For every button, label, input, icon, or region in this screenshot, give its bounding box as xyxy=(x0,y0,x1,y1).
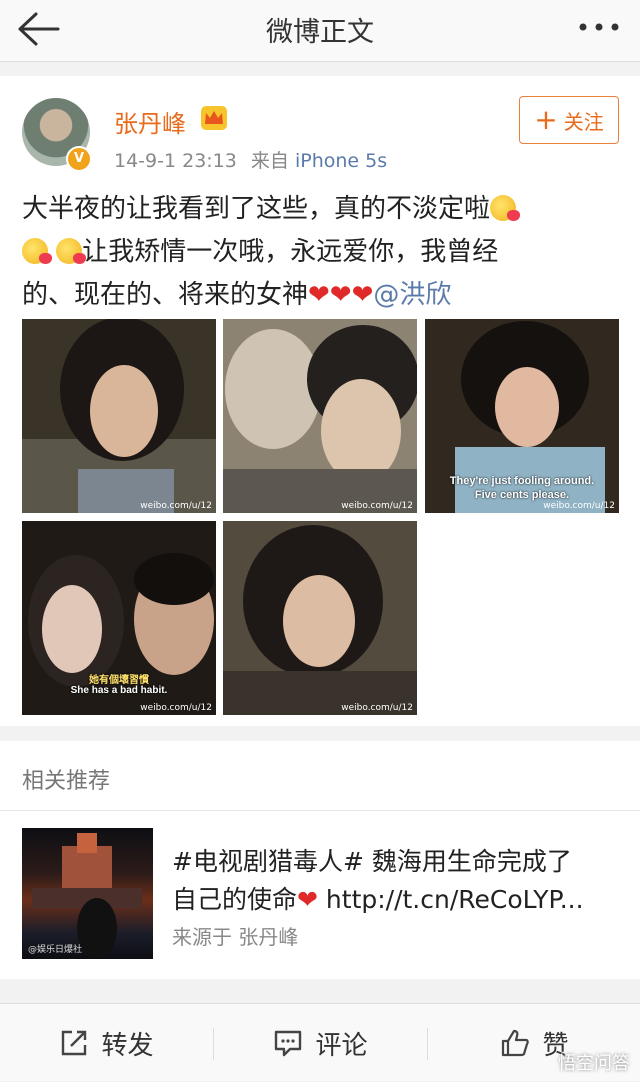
crown-icon xyxy=(201,106,227,130)
post-meta: 14-9-1 23:13 来自 iPhone 5s xyxy=(114,146,387,173)
photo-watermark: weibo.com/u/12 xyxy=(543,501,615,511)
photo-subtitle-2: Five cents please. xyxy=(474,489,570,501)
post-card: V 张丹峰 14-9-1 23:13 来自 iPhone 5s + 关注 大半夜… xyxy=(0,76,640,726)
blush-emoji-icon xyxy=(490,195,521,221)
post-text-line3: 的、现在的、将来的女神 xyxy=(22,280,309,310)
related-text-line2: 自己的使命 xyxy=(172,885,298,914)
photo-2-image xyxy=(223,319,417,513)
repost-button[interactable]: 转发 xyxy=(0,1004,213,1082)
divider xyxy=(0,810,640,811)
comment-label: 评论 xyxy=(315,1030,368,1061)
photo-1-image xyxy=(22,319,216,513)
post-text-line2: 让我矫情一次哦，永远爱你，我曾经 xyxy=(82,237,499,267)
photo-5-image xyxy=(223,521,417,715)
author-name[interactable]: 张丹峰 xyxy=(114,104,186,139)
post-time: 14-9-1 23:13 xyxy=(114,150,237,172)
photo-subtitle-2: She has a bad habit. xyxy=(70,685,168,696)
comment-icon xyxy=(275,1030,302,1057)
photo-watermark: weibo.com/u/12 xyxy=(341,501,413,511)
related-title: 相关推荐 xyxy=(22,769,111,794)
photo-subtitle-1: 她有個壞習慣 xyxy=(89,675,149,686)
heart-emoji-icon: ❤ xyxy=(297,885,318,914)
mention-link[interactable]: @洪欣 xyxy=(373,280,451,310)
watermark-text: 悟空问答 xyxy=(558,1053,630,1074)
photo-2[interactable]: weibo.com/u/12 xyxy=(223,319,417,513)
related-link[interactable]: http://t.cn/ReCoLYP... xyxy=(326,885,584,914)
photo-watermark: weibo.com/u/12 xyxy=(140,703,212,713)
top-bar: 微博正文 xyxy=(0,0,640,62)
verified-badge-icon: V xyxy=(66,146,92,172)
source-prefix: 来自 xyxy=(250,150,289,172)
photo-3[interactable]: They're just fooling around. Five cents … xyxy=(425,319,619,513)
related-item-text[interactable]: #电视剧猎毒人# 魏海用生命完成了 自己的使命❤ http://t.cn/ReC… xyxy=(172,843,622,919)
plus-icon: + xyxy=(534,103,558,136)
photo-watermark: weibo.com/u/12 xyxy=(140,501,212,511)
photo-1[interactable]: weibo.com/u/12 xyxy=(22,319,216,513)
heart-emoji-icon: ❤❤❤ xyxy=(308,280,374,310)
photo-watermark: weibo.com/u/12 xyxy=(341,703,413,713)
more-icon[interactable] xyxy=(576,12,622,42)
related-thumbnail[interactable]: @娱乐日爆社 xyxy=(22,828,153,959)
comment-button[interactable]: 评论 xyxy=(214,1004,427,1082)
related-thumbnail-image xyxy=(32,833,142,958)
related-source: 来源于 张丹峰 xyxy=(172,925,299,949)
thumb-watermark: @娱乐日爆社 xyxy=(28,945,83,955)
bottom-action-bar: 转发 评论 赞 悟空问答 xyxy=(0,1003,640,1081)
follow-button[interactable]: + 关注 xyxy=(519,96,619,144)
post-source[interactable]: iPhone 5s xyxy=(295,150,387,172)
page-title: 微博正文 xyxy=(266,17,374,48)
post-text-line1: 大半夜的让我看到了这些，真的不淡定啦 xyxy=(22,194,491,224)
photo-subtitle-1: They're just fooling around. xyxy=(449,475,595,487)
follow-label: 关注 xyxy=(563,109,604,134)
photo-4[interactable]: 她有個壞習慣 She has a bad habit. weibo.com/u/… xyxy=(22,521,216,715)
thumbs-up-icon xyxy=(502,1029,530,1057)
repost-label: 转发 xyxy=(101,1030,154,1061)
blush-emoji-icon xyxy=(22,238,52,264)
related-text-line1: #电视剧猎毒人# 魏海用生命完成了 xyxy=(172,847,572,876)
related-section: 相关推荐 @娱乐日爆社 #电视剧猎毒人# 魏海用生命完成了 自己的使命❤ htt… xyxy=(0,741,640,979)
photo-5[interactable]: weibo.com/u/12 xyxy=(223,521,417,715)
blush-emoji-icon xyxy=(56,238,87,264)
post-text: 大半夜的让我看到了这些，真的不淡定啦 让我矫情一次哦，永远爱你，我曾经 的、现在… xyxy=(22,188,622,317)
share-icon xyxy=(62,1030,87,1056)
